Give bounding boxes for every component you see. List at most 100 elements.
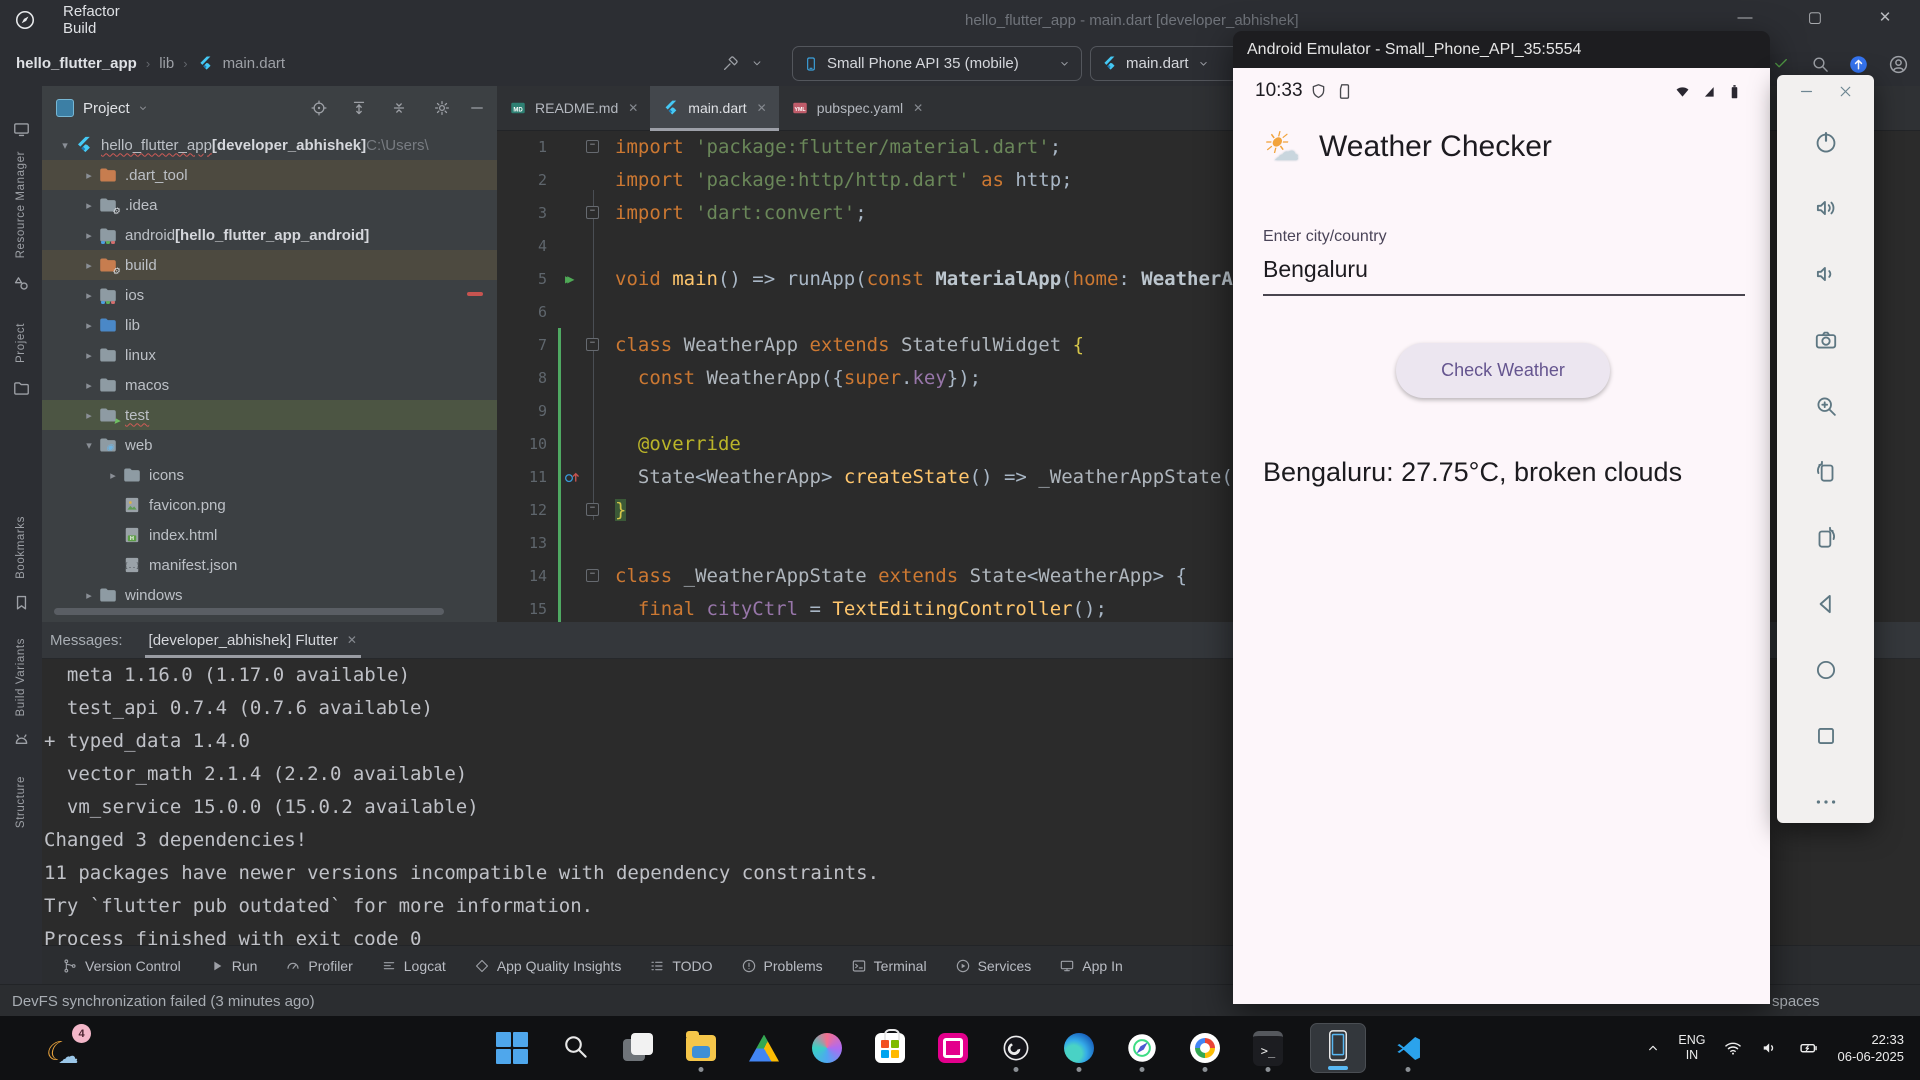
toolwindow-logcat[interactable]: Logcat <box>381 958 446 974</box>
emulator-screen[interactable]: 10:33 ☀☁ Weather Checker Enter city/coun… <box>1233 68 1770 1004</box>
tree-chevron-icon[interactable]: ▸ <box>80 319 98 332</box>
tree-item-manifest-json[interactable]: {..}manifest.json <box>42 550 497 580</box>
tree-chevron-icon[interactable]: ▸ <box>80 379 98 392</box>
collapse-all-icon[interactable] <box>390 99 408 117</box>
toolwindow-todo[interactable]: TODO <box>649 958 712 974</box>
sidebar-build-variants-icon[interactable] <box>12 731 31 750</box>
taskbar-android-emulator[interactable] <box>1310 1023 1366 1073</box>
project-view-title[interactable]: Project <box>83 100 130 117</box>
breadcrumb-project[interactable]: hello_flutter_app <box>16 55 137 72</box>
close-icon[interactable] <box>1837 83 1854 100</box>
close-button[interactable]: ✕ <box>1862 0 1908 34</box>
indent-info[interactable]: spaces <box>1772 993 1820 1010</box>
expand-all-icon[interactable] <box>350 99 368 117</box>
sidebar-running-devices-icon[interactable] <box>12 120 31 139</box>
emulator-back-button[interactable] <box>1813 591 1839 617</box>
sidebar-item-project[interactable]: Project <box>15 323 27 363</box>
sidebar-item-build-variants[interactable]: Build Variants <box>15 638 27 717</box>
minimize-icon[interactable] <box>1798 83 1815 100</box>
emulator-title-bar[interactable]: Android Emulator - Small_Phone_API_35:55… <box>1233 31 1770 68</box>
tree-chevron-icon[interactable]: ▸ <box>80 199 98 212</box>
close-icon[interactable]: ✕ <box>347 633 357 647</box>
clock[interactable]: 22:33 06-06-2025 <box>1838 1031 1905 1065</box>
taskbar-obs-studio[interactable] <box>995 1022 1037 1074</box>
tree-item-web[interactable]: ▾◉web <box>42 430 497 460</box>
taskbar-chrome[interactable] <box>1184 1022 1226 1074</box>
minimize-button[interactable]: — <box>1722 0 1768 34</box>
toolwindow-app-quality-insights[interactable]: App Quality Insights <box>474 958 622 974</box>
tree-chevron-icon[interactable]: ▸ <box>80 409 98 422</box>
messages-flutter-tab[interactable]: [developer_abhishek] Flutter ✕ <box>145 622 361 658</box>
taskbar-search[interactable] <box>554 1022 596 1074</box>
fold-marker-icon[interactable]: − <box>586 338 599 351</box>
toolwindow-profiler[interactable]: Profiler <box>285 958 352 974</box>
taskbar-android-studio[interactable] <box>1121 1022 1163 1074</box>
taskbar-edge[interactable] <box>1058 1022 1100 1074</box>
tree-chevron-icon[interactable]: ▸ <box>80 169 98 182</box>
fold-marker-icon[interactable]: − <box>586 206 599 219</box>
toolwindow-terminal[interactable]: Terminal <box>851 958 927 974</box>
tree-chevron-icon[interactable]: ▸ <box>80 349 98 362</box>
toolwindow-version-control[interactable]: Version Control <box>62 958 181 974</box>
tray-overflow-icon[interactable] <box>1645 1040 1661 1056</box>
tree-horizontal-scrollbar[interactable] <box>54 608 444 615</box>
volume-icon[interactable] <box>1760 1038 1780 1058</box>
tree-item-test[interactable]: ▸▸test <box>42 400 497 430</box>
tree-item-favicon-png[interactable]: favicon.png <box>42 490 497 520</box>
tree-item--dart-tool[interactable]: ▸.dart_tool <box>42 160 497 190</box>
tree-chevron-icon[interactable]: ▸ <box>80 289 98 302</box>
tree-item-lib[interactable]: ▸lib <box>42 310 497 340</box>
tree-item--idea[interactable]: ▸⚙.idea <box>42 190 497 220</box>
taskbar-copilot[interactable] <box>806 1022 848 1074</box>
tree-item-index-html[interactable]: Hindex.html <box>42 520 497 550</box>
taskbar-google-drive[interactable] <box>743 1022 785 1074</box>
fold-marker-icon[interactable]: − <box>586 140 599 153</box>
gear-icon[interactable] <box>433 99 451 117</box>
fold-marker-icon[interactable]: − <box>586 569 599 582</box>
breadcrumb-lib[interactable]: lib <box>159 55 174 72</box>
toolwindow-run[interactable]: Run <box>209 958 258 974</box>
sidebar-project-icon[interactable] <box>12 379 31 398</box>
emulator-more-button[interactable] <box>1813 789 1839 815</box>
taskbar-microsoft-store[interactable] <box>869 1022 911 1074</box>
toolwindow-services[interactable]: Services <box>955 958 1032 974</box>
sidebar-item-structure[interactable]: Structure <box>15 776 27 828</box>
locate-file-icon[interactable] <box>310 99 328 117</box>
chevron-down-icon[interactable] <box>137 102 149 114</box>
sidebar-bookmarks-icon[interactable] <box>12 593 31 612</box>
menu-item-build[interactable]: Build <box>50 20 135 37</box>
tree-item-icons[interactable]: ▸icons <box>42 460 497 490</box>
update-icon[interactable] <box>1848 54 1869 75</box>
emulator-rotate-left-button[interactable] <box>1813 459 1839 485</box>
emulator-overview-button[interactable] <box>1813 723 1839 749</box>
tree-item-windows[interactable]: ▸windows <box>42 580 497 610</box>
emulator-volume-up-button[interactable] <box>1813 195 1839 221</box>
close-icon[interactable]: ✕ <box>628 101 638 115</box>
build-dropdown-icon[interactable] <box>750 54 764 72</box>
sidebar-item-bookmarks[interactable]: Bookmarks <box>15 516 27 579</box>
tree-chevron-icon[interactable]: ▸ <box>80 259 98 272</box>
emulator-power-button[interactable] <box>1813 129 1839 155</box>
fold-marker-icon[interactable]: − <box>586 503 599 516</box>
breadcrumb-file[interactable]: main.dart <box>223 55 286 72</box>
city-input[interactable]: Bengaluru <box>1263 256 1368 283</box>
taskbar-task-view[interactable] <box>617 1022 659 1074</box>
toolwindow-app-in[interactable]: App In <box>1059 958 1122 974</box>
toolwindow-problems[interactable]: Problems <box>741 958 823 974</box>
emulator-rotate-right-button[interactable] <box>1813 525 1839 551</box>
run-line-icon[interactable]: ▶▶ <box>565 272 569 286</box>
sidebar-item-resource-manager[interactable]: Resource Manager <box>15 151 27 258</box>
maximize-button[interactable]: ▢ <box>1792 0 1838 34</box>
taskbar-vscode[interactable] <box>1387 1022 1429 1074</box>
taskbar-start[interactable] <box>491 1022 533 1074</box>
tree-chevron-icon[interactable]: ▸ <box>80 589 98 602</box>
battery-icon[interactable] <box>1797 1038 1821 1058</box>
emulator-camera-button[interactable] <box>1813 327 1839 353</box>
emulator-home-button[interactable] <box>1813 657 1839 683</box>
tree-chevron-icon[interactable]: ▾ <box>56 139 74 152</box>
taskbar-pink-app[interactable] <box>932 1022 974 1074</box>
tree-item-linux[interactable]: ▸linux <box>42 340 497 370</box>
tree-item-build[interactable]: ▸⚙build <box>42 250 497 280</box>
tree-item-macos[interactable]: ▸macos <box>42 370 497 400</box>
tree-chevron-icon[interactable]: ▸ <box>104 469 122 482</box>
